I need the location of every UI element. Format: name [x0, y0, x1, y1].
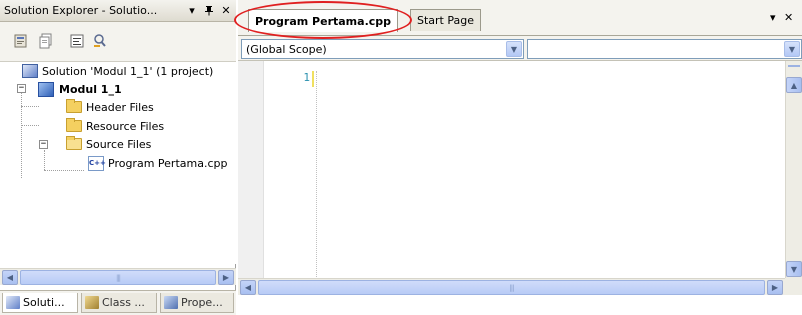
- scope-value: (Global Scope): [246, 42, 327, 56]
- tool-window-tabs: Soluti... Class ... Prope...: [0, 290, 236, 315]
- chevron-down-icon[interactable]: ▼: [784, 41, 800, 57]
- solution-explorer-panel: Solution Explorer - Solutio... ▾ ✕ Solut…: [0, 0, 236, 315]
- change-indicator: [312, 71, 314, 87]
- tree-connector: [21, 125, 39, 126]
- pin-icon[interactable]: [202, 3, 216, 19]
- tree-item-resource-files[interactable]: Resource Files: [66, 117, 164, 135]
- scroll-down-icon[interactable]: ▼: [786, 261, 802, 277]
- code-editor: Program Pertama.cpp Start Page ▾ ✕ (Glob…: [234, 0, 802, 315]
- scroll-left-icon[interactable]: ◀: [2, 270, 18, 285]
- outline-margin: [316, 71, 317, 279]
- member-combo[interactable]: ▼: [527, 39, 802, 59]
- editor-horizontal-scrollbar[interactable]: ◀ ||| ▶: [238, 278, 785, 295]
- tab-start-page[interactable]: Start Page: [410, 9, 481, 31]
- navigation-bar: (Global Scope) ▼ ▼: [238, 36, 802, 61]
- properties-icon: [164, 296, 178, 309]
- tree-connector: [44, 170, 84, 171]
- scrollbar-thumb[interactable]: |||: [258, 280, 765, 295]
- tree-item-source-files[interactable]: Source Files: [66, 135, 151, 153]
- scrollbar-thumb[interactable]: |||: [20, 270, 216, 285]
- tree-connector: [21, 88, 22, 178]
- solution-explorer-title: Solution Explorer - Solutio...: [4, 4, 158, 17]
- folder-icon: [66, 99, 82, 113]
- tab-program-pertama-cpp[interactable]: Program Pertama.cpp: [248, 9, 399, 32]
- collapse-toggle[interactable]: −: [39, 140, 48, 149]
- tab-class-view[interactable]: Class ...: [81, 293, 157, 313]
- tree-item-label: Header Files: [86, 100, 154, 114]
- properties-icon[interactable]: [12, 32, 30, 50]
- tab-label: Program Pertama.cpp: [255, 14, 392, 28]
- tree-item-solution[interactable]: Solution 'Modul 1_1' (1 project): [22, 62, 213, 80]
- tab-label: Start Page: [417, 14, 474, 27]
- line-number: 1: [303, 71, 310, 84]
- tree-connector: [44, 150, 45, 170]
- indicator-margin: [238, 61, 264, 295]
- view-code-icon[interactable]: [68, 32, 86, 50]
- editor-vertical-scrollbar[interactable]: ▲ ▼: [785, 61, 802, 278]
- open-folder-icon: [66, 136, 82, 150]
- scroll-up-icon[interactable]: ▲: [786, 77, 802, 93]
- tree-item-header-files[interactable]: Header Files: [66, 98, 154, 116]
- tree-connector: [21, 106, 39, 107]
- tree-item-label: Source Files: [86, 137, 152, 151]
- collapse-toggle[interactable]: −: [17, 84, 26, 93]
- cpp-file-icon: C++: [88, 155, 106, 171]
- solution-tree: Solution 'Modul 1_1' (1 project) − Modul…: [0, 62, 236, 264]
- tab-label: Class ...: [102, 296, 145, 309]
- tab-label: Prope...: [181, 296, 223, 309]
- close-icon[interactable]: ✕: [219, 3, 233, 19]
- solution-horizontal-scrollbar[interactable]: ◀ ||| ▶: [0, 268, 236, 285]
- tree-item-label: Modul 1_1: [59, 82, 122, 96]
- class-view-icon: [85, 296, 99, 309]
- tree-item-label: Resource Files: [86, 119, 165, 133]
- scroll-left-icon[interactable]: ◀: [240, 280, 256, 295]
- active-files-dropdown-icon[interactable]: ▾: [770, 11, 776, 24]
- solution-explorer-toolbar: [0, 22, 236, 62]
- class-view-icon[interactable]: [91, 32, 109, 50]
- scroll-right-icon[interactable]: ▶: [218, 270, 234, 285]
- solution-explorer-icon: [6, 296, 20, 309]
- tree-item-label: Program Pertama.cpp: [108, 156, 228, 170]
- tree-item-project[interactable]: Modul 1_1: [38, 80, 122, 98]
- scope-combo[interactable]: (Global Scope) ▼: [241, 39, 524, 59]
- tree-item-label: Solution 'Modul 1_1' (1 project): [42, 64, 214, 78]
- scrollbar-corner: [785, 278, 802, 295]
- chevron-down-icon[interactable]: ▼: [506, 41, 522, 57]
- solution-icon: [22, 64, 38, 78]
- document-tab-strip: Program Pertama.cpp Start Page ▾ ✕: [234, 0, 802, 39]
- scroll-right-icon[interactable]: ▶: [767, 280, 783, 295]
- code-text-area[interactable]: 1 ▲ ▼ ◀ ||| ▶: [238, 61, 802, 295]
- close-document-icon[interactable]: ✕: [784, 11, 793, 24]
- show-all-files-icon[interactable]: [37, 32, 55, 50]
- tab-properties[interactable]: Prope...: [160, 293, 234, 313]
- tree-item-program-pertama[interactable]: C++ Program Pertama.cpp: [88, 154, 227, 172]
- splitter-handle[interactable]: [788, 65, 800, 67]
- folder-icon: [66, 118, 82, 132]
- tab-solution-explorer[interactable]: Soluti...: [2, 293, 78, 313]
- project-icon: [38, 81, 54, 97]
- solution-explorer-title-bar: Solution Explorer - Solutio... ▾ ✕: [0, 0, 236, 22]
- tab-label: Soluti...: [23, 296, 65, 309]
- window-position-dropdown-icon[interactable]: ▾: [185, 3, 199, 19]
